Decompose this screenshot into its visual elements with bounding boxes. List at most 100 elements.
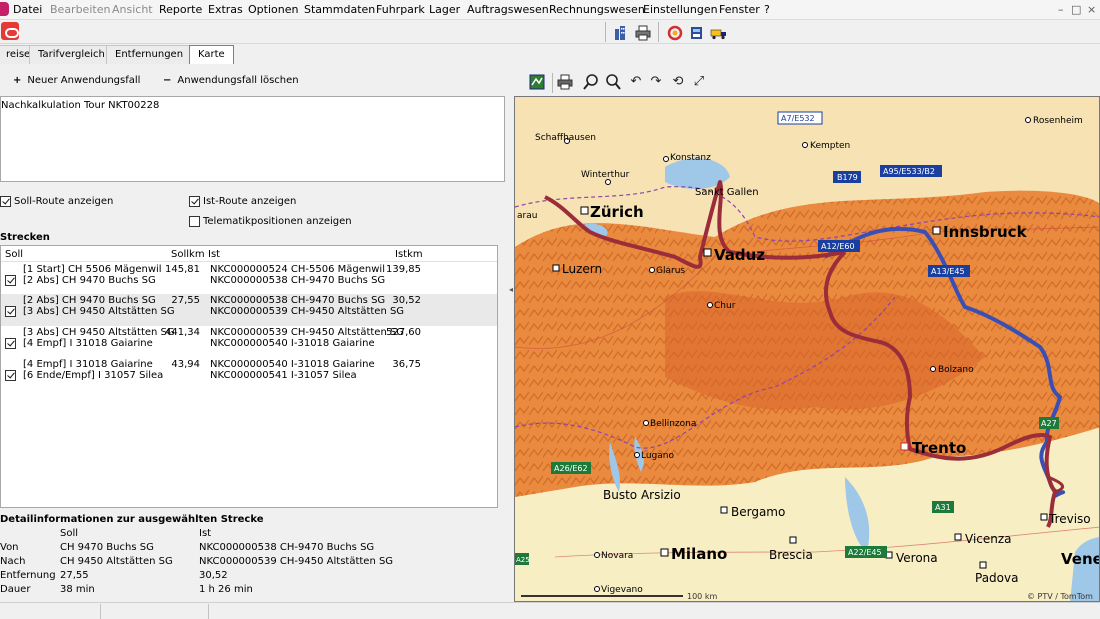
road-label: A27 xyxy=(1041,419,1057,428)
tab-karte[interactable]: Karte xyxy=(189,45,234,64)
tab-tarifvergleich[interactable]: Tarifvergleich xyxy=(29,45,114,64)
plus-icon: + xyxy=(13,75,22,86)
table-row[interactable]: [2 Abs] CH 9470 Buchs SG [3 Abs] CH 9450… xyxy=(1,294,497,326)
menu-rechnungswesen[interactable]: Rechnungswesen xyxy=(549,3,645,16)
menu-fenster[interactable]: Fenster xyxy=(719,3,760,16)
collapse-arrow-icon[interactable]: ◂ xyxy=(509,285,513,294)
map-layers-icon[interactable] xyxy=(528,73,546,91)
detail-label-dauer: Dauer xyxy=(0,584,31,595)
delete-case-label: Anwendungsfall löschen xyxy=(177,75,299,86)
city-marker xyxy=(649,267,655,273)
delete-case-button[interactable]: − Anwendungsfall löschen xyxy=(163,75,299,86)
menu-fuhrpark[interactable]: Fuhrpark xyxy=(376,3,425,16)
menu-optionen[interactable]: Optionen xyxy=(248,3,298,16)
building-icon[interactable] xyxy=(611,23,629,41)
cell-soll-from: [4 Empf] I 31018 Gaiarine xyxy=(23,359,153,370)
table-row[interactable]: [4 Empf] I 31018 Gaiarine [6 Ende/Empf] … xyxy=(1,358,497,390)
close-window-button[interactable]: × xyxy=(1087,3,1096,16)
cell-ist-to: NKC000000541 I-31057 Silea xyxy=(210,370,357,381)
refresh-icon[interactable] xyxy=(665,23,683,41)
minimize-button[interactable]: – xyxy=(1058,3,1064,16)
menu-help[interactable]: ? xyxy=(764,3,770,16)
city-marker xyxy=(605,179,611,185)
soll-route-checkbox[interactable]: Soll-Route anzeigen xyxy=(0,196,113,207)
road-label: A22/E45 xyxy=(848,548,882,557)
strecken-grid[interactable]: Soll Sollkm Ist Istkm [1 Start] CH 5506 … xyxy=(0,245,498,508)
checkbox-box[interactable] xyxy=(189,216,200,227)
cell-ist-to: NKC000000538 CH-9470 Buchs SG xyxy=(210,275,386,286)
city-vicenza: Vicenza xyxy=(965,532,1012,546)
city-bellinzona: Bellinzona xyxy=(650,419,696,429)
city-marker xyxy=(930,366,936,372)
refresh-map-icon[interactable]: ⟲ xyxy=(669,73,687,91)
checkbox-box[interactable] xyxy=(189,196,200,207)
city-marker xyxy=(954,533,962,541)
col-header-ist[interactable]: Ist xyxy=(208,249,220,260)
case-list-item[interactable]: Nachkalkulation Tour NKT00228 xyxy=(1,100,504,115)
road-label: A7/E532 xyxy=(781,114,815,123)
route-map[interactable]: Zürich Vaduz Innsbruck Trento Milano Luz… xyxy=(514,96,1100,602)
col-header-soll[interactable]: Soll xyxy=(5,249,23,260)
city-innsbruck: Innsbruck xyxy=(943,223,1028,241)
table-row[interactable]: [1 Start] CH 5506 Mägenwil [2 Abs] CH 94… xyxy=(1,263,497,295)
restore-button[interactable]: □ xyxy=(1071,3,1081,16)
row-checkbox[interactable] xyxy=(5,275,16,286)
checkbox-box[interactable] xyxy=(0,196,11,207)
city-marker xyxy=(594,552,600,558)
menu-extras[interactable]: Extras xyxy=(208,3,243,16)
city-padova: Padova xyxy=(975,571,1018,585)
cell-istkm: 30,52 xyxy=(392,295,421,306)
ist-route-checkbox[interactable]: Ist-Route anzeigen xyxy=(189,196,296,207)
detail-soll-von: CH 9470 Buchs SG xyxy=(60,542,154,553)
city-marker xyxy=(660,548,669,557)
menu-datei[interactable]: Datei xyxy=(13,3,42,16)
row-checkbox[interactable] xyxy=(5,370,16,381)
tab-entfernungen[interactable]: Entfernungen xyxy=(106,45,193,64)
detail-soll-nach: CH 9450 Altstätten SG xyxy=(60,556,173,567)
print-icon[interactable] xyxy=(633,23,651,41)
grid-header-divider xyxy=(1,261,497,262)
detail-label-entfernung: Entfernung xyxy=(0,570,56,581)
menu-stammdaten[interactable]: Stammdaten xyxy=(304,3,375,16)
zoom-out-icon[interactable] xyxy=(604,73,622,91)
cell-soll-to: [2 Abs] CH 9470 Buchs SG xyxy=(23,275,156,286)
city-konstanz: Konstanz xyxy=(670,153,711,163)
map-canvas[interactable]: Zürich Vaduz Innsbruck Trento Milano Luz… xyxy=(515,97,1100,602)
road-label: B179 xyxy=(837,173,858,182)
zoom-in-icon[interactable] xyxy=(582,73,600,91)
truck-icon[interactable] xyxy=(709,23,727,41)
row-checkbox[interactable] xyxy=(5,338,16,349)
city-marker xyxy=(1025,117,1031,123)
col-header-sollkm[interactable]: Sollkm xyxy=(171,249,205,260)
case-list[interactable]: Nachkalkulation Tour NKT00228 xyxy=(0,96,505,182)
city-marker xyxy=(932,226,941,235)
menu-lager[interactable]: Lager xyxy=(429,3,460,16)
menu-bearbeiten[interactable]: Bearbeiten xyxy=(50,3,110,16)
minus-icon: − xyxy=(163,75,172,86)
new-case-button[interactable]: + Neuer Anwendungsfall xyxy=(13,75,140,86)
cell-istkm: 527,60 xyxy=(386,327,421,338)
cell-sollkm: 441,34 xyxy=(165,327,200,338)
redo-icon[interactable]: ↷ xyxy=(647,73,665,91)
undo-icon[interactable]: ↶ xyxy=(627,73,645,91)
col-header-istkm[interactable]: Istkm xyxy=(395,249,423,260)
table-row[interactable]: [3 Abs] CH 9450 Altstätten SG [4 Empf] I… xyxy=(1,326,497,358)
city-brescia: Brescia xyxy=(769,548,813,562)
database-icon[interactable] xyxy=(687,23,705,41)
status-separator xyxy=(208,604,209,619)
telematik-checkbox[interactable]: Telematikpositionen anzeigen xyxy=(189,216,352,227)
fit-extent-icon[interactable]: ⤢ xyxy=(690,73,708,91)
map-print-icon[interactable] xyxy=(556,73,574,91)
menu-reporte[interactable]: Reporte xyxy=(159,3,202,16)
menu-einstellungen[interactable]: Einstellungen xyxy=(643,3,718,16)
menu-ansicht[interactable]: Ansicht xyxy=(112,3,153,16)
map-copyright: © PTV / TomTom xyxy=(1027,592,1093,601)
city-winterthur: Winterthur xyxy=(581,170,630,180)
menu-auftragswesen[interactable]: Auftragswesen xyxy=(467,3,549,16)
cell-istkm: 36,75 xyxy=(392,359,421,370)
row-checkbox[interactable] xyxy=(5,306,16,317)
city-bergamo: Bergamo xyxy=(731,505,785,519)
cell-soll-to: [4 Empf] I 31018 Gaiarine xyxy=(23,338,153,349)
city-marker xyxy=(900,442,909,451)
app-icon[interactable] xyxy=(0,2,9,16)
